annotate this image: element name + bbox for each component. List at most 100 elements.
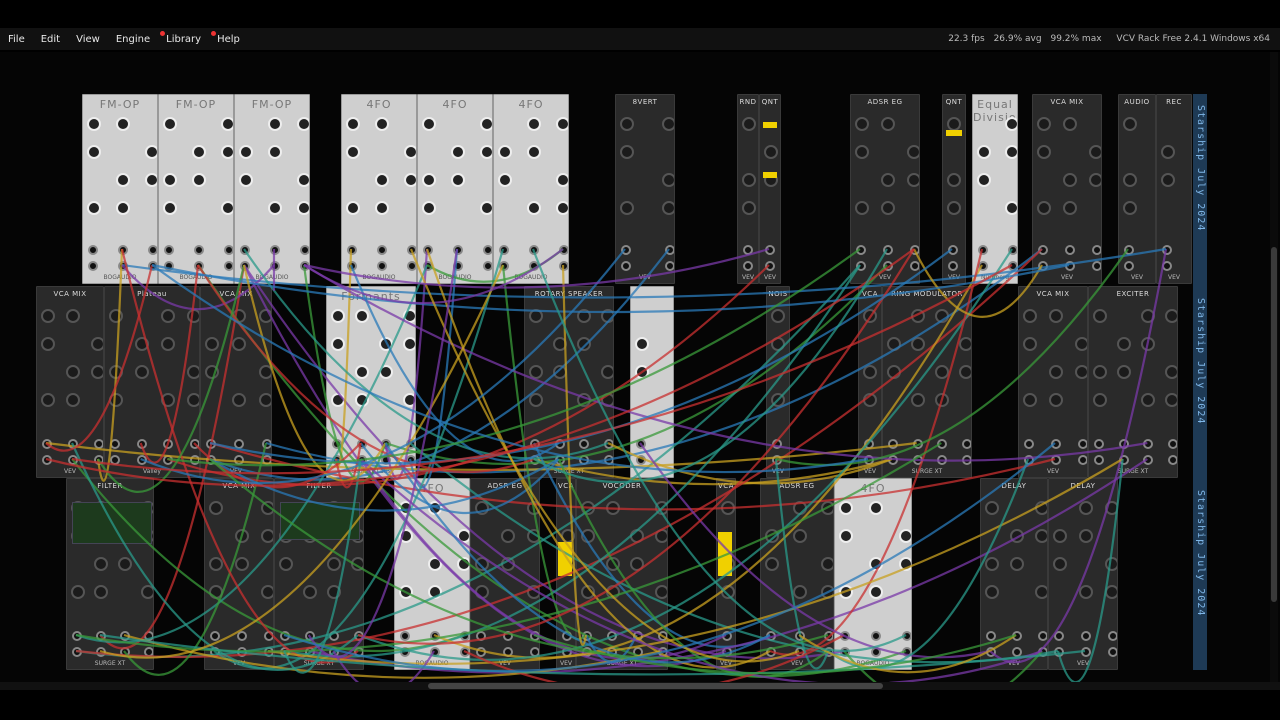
knob[interactable]	[655, 529, 667, 543]
knob[interactable]	[655, 585, 667, 599]
jack[interactable]	[423, 261, 433, 271]
jack[interactable]	[377, 261, 387, 271]
jack[interactable]	[1081, 631, 1091, 641]
jack[interactable]	[795, 631, 805, 641]
jack[interactable]	[937, 439, 948, 449]
jack[interactable]	[1168, 455, 1177, 465]
jack[interactable]	[460, 631, 469, 641]
jack[interactable]	[1038, 261, 1048, 271]
jack[interactable]	[948, 261, 958, 271]
knob[interactable]	[855, 117, 869, 131]
knob[interactable]	[529, 309, 543, 323]
knob[interactable]	[1165, 393, 1177, 407]
knob[interactable]	[379, 365, 393, 379]
knob[interactable]	[94, 557, 109, 571]
jack[interactable]	[499, 261, 509, 271]
jack[interactable]	[264, 631, 273, 641]
knob[interactable]	[87, 201, 101, 215]
knob[interactable]	[232, 309, 246, 323]
knob[interactable]	[527, 501, 539, 515]
knob[interactable]	[259, 309, 271, 323]
jack[interactable]	[636, 439, 646, 449]
jack[interactable]	[400, 631, 410, 641]
jack[interactable]	[304, 631, 315, 641]
knob[interactable]	[1123, 117, 1137, 131]
jack[interactable]	[68, 439, 78, 449]
jack[interactable]	[1038, 647, 1047, 657]
jack[interactable]	[840, 631, 850, 641]
knob[interactable]	[855, 145, 869, 159]
knob[interactable]	[935, 365, 949, 379]
jack[interactable]	[562, 631, 572, 641]
knob[interactable]	[428, 585, 442, 599]
jack[interactable]	[1065, 245, 1075, 255]
knob[interactable]	[422, 117, 436, 131]
jack[interactable]	[607, 631, 618, 641]
jack[interactable]	[118, 261, 128, 271]
jack[interactable]	[579, 439, 590, 449]
jack[interactable]	[280, 647, 290, 657]
knob[interactable]	[91, 337, 103, 351]
jack[interactable]	[270, 245, 280, 255]
knob[interactable]	[451, 145, 465, 159]
knob[interactable]	[1010, 529, 1024, 543]
knob[interactable]	[375, 173, 389, 187]
menu-file[interactable]: File	[0, 34, 33, 45]
knob[interactable]	[527, 585, 539, 599]
knob[interactable]	[94, 585, 109, 599]
jack[interactable]	[300, 245, 309, 255]
jack[interactable]	[1024, 439, 1034, 449]
knob[interactable]	[1005, 201, 1017, 215]
knob[interactable]	[881, 173, 895, 187]
knob[interactable]	[935, 309, 949, 323]
jack[interactable]	[407, 261, 416, 271]
knob[interactable]	[662, 173, 674, 187]
module-nois[interactable]: NOIS VEV	[766, 286, 790, 478]
knob[interactable]	[581, 585, 595, 599]
module-rec[interactable]: REC VEV	[1156, 94, 1192, 284]
knob[interactable]	[821, 557, 833, 571]
knob[interactable]	[605, 501, 620, 515]
jack[interactable]	[1143, 439, 1154, 449]
knob[interactable]	[577, 309, 591, 323]
knob[interactable]	[907, 173, 919, 187]
jack[interactable]	[1051, 455, 1061, 465]
jack[interactable]	[530, 647, 539, 657]
jack[interactable]	[120, 647, 130, 657]
knob[interactable]	[721, 585, 735, 599]
jack[interactable]	[978, 245, 988, 255]
knob[interactable]	[268, 201, 282, 215]
knob[interactable]	[869, 557, 883, 571]
module-8vert[interactable]: 8VERT VEV	[615, 94, 675, 284]
jack[interactable]	[962, 439, 971, 449]
jack[interactable]	[743, 261, 753, 271]
knob[interactable]	[721, 501, 735, 515]
knob[interactable]	[1141, 337, 1155, 351]
jack[interactable]	[94, 439, 103, 449]
module-plateau[interactable]: Plateau Valley	[104, 286, 200, 478]
knob[interactable]	[977, 145, 991, 159]
menu-engine[interactable]: Engine	[108, 34, 158, 45]
jack[interactable]	[407, 245, 416, 255]
knob[interactable]	[863, 393, 877, 407]
knob[interactable]	[480, 201, 492, 215]
knob[interactable]	[771, 393, 785, 407]
module-qnt[interactable]: QNT VEV	[942, 94, 966, 284]
knob[interactable]	[985, 585, 999, 599]
module-formants[interactable]: Formants Squinky Labs	[326, 286, 416, 478]
knob[interactable]	[1037, 117, 1051, 131]
knob[interactable]	[261, 529, 273, 543]
jack[interactable]	[1092, 245, 1101, 255]
knob[interactable]	[1123, 173, 1137, 187]
knob[interactable]	[192, 145, 206, 159]
jack[interactable]	[1094, 439, 1104, 449]
jack[interactable]	[856, 261, 866, 271]
knob[interactable]	[187, 393, 199, 407]
scroll-thumb[interactable]	[428, 683, 883, 689]
jack[interactable]	[554, 439, 565, 449]
knob[interactable]	[527, 529, 539, 543]
menu-edit[interactable]: Edit	[33, 34, 68, 45]
jack[interactable]	[332, 455, 342, 465]
jack[interactable]	[743, 245, 753, 255]
jack[interactable]	[883, 261, 893, 271]
